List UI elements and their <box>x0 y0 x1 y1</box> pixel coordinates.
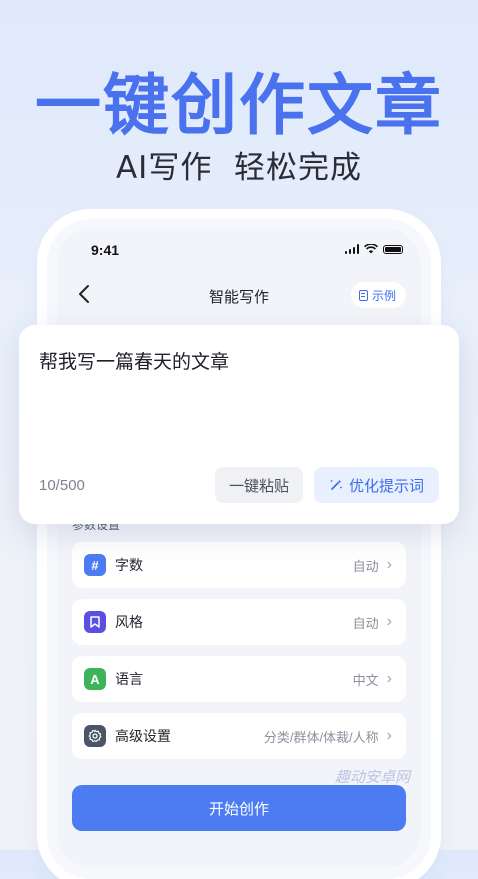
setting-row-style[interactable]: 风格 自动 › <box>72 599 406 645</box>
setting-label: 字数 <box>115 557 143 573</box>
signal-icon <box>344 244 359 254</box>
chevron-right-icon: › <box>386 613 392 630</box>
prompt-input-card[interactable]: 帮我写一篇春天的文章 10/500 一键粘贴 优化提示词 <box>19 325 459 524</box>
hash-icon: # <box>84 554 106 576</box>
prompt-textarea[interactable]: 帮我写一篇春天的文章 <box>39 347 229 374</box>
optimize-label: 优化提示词 <box>348 477 424 495</box>
status-time: 9:41 <box>91 242 120 258</box>
magic-wand-icon <box>330 479 342 490</box>
setting-label: 高级设置 <box>115 728 171 744</box>
battery-icon <box>383 244 403 254</box>
gear-icon <box>84 725 106 747</box>
language-icon: A <box>84 668 106 690</box>
setting-label: 风格 <box>115 614 143 630</box>
watermark: 趣动安卓网 <box>335 769 411 786</box>
hero-subtitle: AI写作 轻松完成 <box>115 150 363 186</box>
setting-value: 分类/群体/体裁/人称 <box>263 729 379 745</box>
setting-label: 语言 <box>115 671 143 687</box>
chevron-right-icon: › <box>386 727 392 744</box>
document-icon <box>358 289 368 301</box>
wifi-icon <box>364 244 378 254</box>
example-label: 示例 <box>371 288 396 303</box>
status-icons <box>344 244 403 254</box>
start-writing-button[interactable]: 开始创作 <box>72 785 406 831</box>
character-count: 10/500 <box>39 477 85 494</box>
paste-button[interactable]: 一键粘贴 <box>215 467 303 503</box>
setting-value: 自动 <box>352 615 379 631</box>
hero-title: 一键创作文章 <box>35 67 443 144</box>
bookmark-icon <box>84 611 106 633</box>
chevron-right-icon: › <box>386 556 392 573</box>
setting-row-advanced[interactable]: 高级设置 分类/群体/体裁/人称 › <box>72 713 406 759</box>
example-button[interactable]: 示例 <box>350 282 406 308</box>
setting-row-language[interactable]: A 语言 中文 › <box>72 656 406 702</box>
chevron-right-icon: › <box>386 670 392 687</box>
optimize-prompt-button[interactable]: 优化提示词 <box>314 467 439 503</box>
setting-value: 中文 <box>352 672 379 688</box>
setting-value: 自动 <box>352 558 379 574</box>
setting-row-word-count[interactable]: # 字数 自动 › <box>72 542 406 588</box>
